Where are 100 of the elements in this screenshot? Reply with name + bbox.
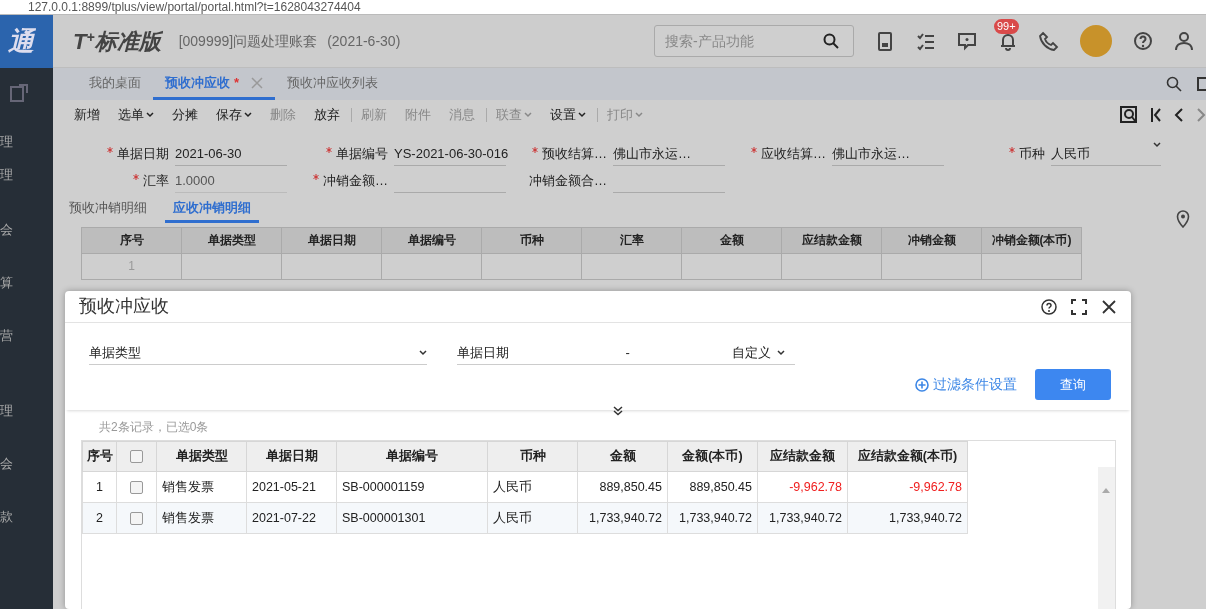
bell-icon[interactable]	[998, 31, 1018, 51]
sidebar-item[interactable]: 会	[0, 222, 13, 237]
tab[interactable]: 应收冲销明细	[165, 196, 259, 223]
table-cell: 889,850.45	[667, 471, 758, 503]
sidebar-item[interactable]: 理	[0, 167, 13, 182]
select-field[interactable]: 单据类型	[89, 341, 427, 365]
column-header: 冲销金额(本币)	[981, 227, 1082, 253]
search-box[interactable]: 搜索-产品功能	[654, 25, 854, 57]
table-cell: 2	[82, 502, 117, 534]
column-header: 应结款金额	[781, 227, 882, 253]
account-name: [009999]问题处理账套	[178, 31, 318, 51]
column-header: 币种	[481, 227, 582, 253]
field-label: 应收结算…	[742, 143, 832, 164]
scrollbar[interactable]	[1098, 467, 1115, 609]
sidebar-item[interactable]: 理	[0, 134, 13, 149]
sidebar-item[interactable]: 算	[0, 275, 13, 290]
calculator-icon[interactable]	[875, 31, 895, 51]
toolbar-button[interactable]: 分摊	[163, 105, 207, 125]
table-cell: SB-000001301	[336, 502, 488, 534]
caret-icon	[419, 349, 427, 356]
toolbar-button[interactable]: 保存	[207, 105, 261, 125]
first-page-icon[interactable]	[1150, 107, 1162, 123]
record-summary: 共2条记录，已选0条	[98, 419, 209, 436]
tab[interactable]: 预收冲销明细	[61, 196, 155, 223]
column-header: 单据类型	[156, 441, 247, 472]
checkbox[interactable]	[130, 480, 143, 494]
required-icon	[751, 146, 757, 153]
product-logo: T$^{+}$标准版	[73, 27, 161, 56]
range-select[interactable]: 自定义	[732, 342, 795, 363]
table-cell: 1,733,940.72	[577, 502, 668, 534]
help-icon[interactable]	[1133, 31, 1153, 51]
caret-icon	[635, 112, 643, 118]
toolbar-button[interactable]: 设置	[541, 105, 595, 125]
sidebar-item[interactable]: 会	[0, 456, 13, 471]
toolbar-button[interactable]: 新增	[65, 105, 109, 125]
sidebar-item[interactable]: 款	[0, 509, 13, 524]
maximize-icon[interactable]	[1071, 298, 1087, 315]
preview-icon[interactable]	[1120, 106, 1138, 124]
column-header: 序号	[82, 441, 117, 472]
currency-select[interactable]: 人民币	[1051, 141, 1161, 166]
search-field[interactable]: 搜索-产品功能	[663, 29, 823, 53]
range-separator: -	[625, 343, 631, 362]
toolbar-button[interactable]: 放弃	[305, 105, 349, 125]
input-field[interactable]: 2021-06-30	[175, 141, 287, 166]
required-icon	[532, 146, 538, 153]
column-header: 金额(本币)	[667, 441, 758, 472]
checkbox[interactable]	[130, 511, 143, 525]
table-cell: 2021-07-22	[246, 502, 337, 534]
table-cell: -9,962.78	[847, 471, 968, 503]
fullscreen-icon[interactable]	[1196, 77, 1206, 91]
phone-icon[interactable]	[1039, 31, 1059, 51]
input-field[interactable]: YS-2021-06-30-016	[394, 141, 506, 166]
checkbox[interactable]	[130, 450, 143, 464]
checklist-icon[interactable]	[916, 31, 936, 51]
app-logo: 通	[0, 15, 53, 68]
query-button[interactable]: 查询	[1035, 369, 1111, 400]
search-icon[interactable]	[823, 33, 839, 49]
dialog-title: 预收冲应收	[79, 295, 169, 318]
help-icon[interactable]	[1041, 298, 1057, 315]
table-cell: SB-000001159	[336, 471, 488, 503]
column-header: 单据类型	[181, 227, 282, 253]
table-cell: -9,962.78	[757, 471, 848, 503]
table-cell: 1,733,940.72	[667, 502, 758, 534]
table-cell: 1	[82, 471, 117, 503]
collapse-icon[interactable]	[613, 406, 623, 416]
filter-settings-link[interactable]: 过滤条件设置	[915, 374, 1017, 395]
field-label: 冲销金额…	[304, 170, 394, 191]
column-header: 单据编号	[336, 441, 488, 472]
previous-icon[interactable]	[1174, 107, 1184, 123]
column-header: 应结款金额(本币)	[847, 441, 968, 472]
field-label: 汇率	[85, 170, 175, 191]
required-icon	[313, 173, 319, 180]
required-icon	[133, 173, 139, 180]
message-icon[interactable]	[957, 31, 977, 51]
input-field[interactable]: 佛山市永运…	[832, 141, 944, 166]
field-label: 币种	[961, 143, 1051, 164]
search-icon[interactable]	[1166, 76, 1182, 92]
caret-icon	[777, 349, 785, 356]
column-header: 金额	[681, 227, 782, 253]
add-page-icon[interactable]	[8, 82, 30, 104]
location-pin-icon	[1176, 210, 1190, 228]
sidebar-item[interactable]: 理	[0, 403, 13, 418]
tab[interactable]: 预收冲应收列表	[275, 68, 391, 100]
close-icon[interactable]	[1101, 298, 1117, 315]
column-header: 应结款金额	[757, 441, 848, 472]
sidebar-item[interactable]: 营	[0, 328, 13, 343]
table-cell: 1,733,940.72	[757, 502, 848, 534]
column-header: 金额	[577, 441, 668, 472]
toolbar-button[interactable]: 选单	[109, 105, 163, 125]
table-cell: 人民币	[487, 471, 578, 503]
field-label: 预收结算…	[523, 143, 613, 164]
user-icon[interactable]	[1174, 31, 1194, 51]
required-icon	[326, 146, 332, 153]
table-cell: 销售发票	[156, 471, 247, 503]
tab[interactable]: 我的桌面	[77, 68, 153, 100]
input-field[interactable]: 佛山市永运…	[613, 141, 725, 166]
caret-icon	[578, 112, 586, 118]
column-header: 单据编号	[381, 227, 482, 253]
column-header: 单据日期	[246, 441, 337, 472]
column-header: 汇率	[581, 227, 682, 253]
